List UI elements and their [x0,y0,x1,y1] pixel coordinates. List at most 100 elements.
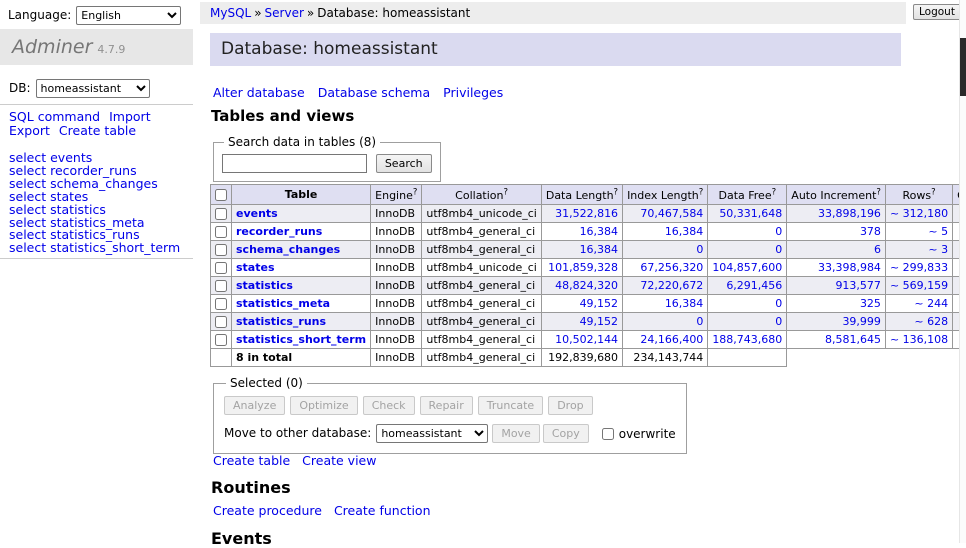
rows-link[interactable]: ~ 136,108 [890,333,948,346]
select-all-checkbox[interactable] [215,189,227,201]
drop-button[interactable]: Drop [548,396,592,415]
sidebar-action-sql-command[interactable]: SQL command [9,109,100,124]
data-free-link[interactable]: 104,857,600 [712,261,782,274]
row-select-checkbox[interactable] [215,334,227,346]
column-doc-link[interactable]: Data Free? [718,189,776,202]
data-free-link[interactable]: 0 [775,225,782,238]
data-length-link[interactable]: 16,384 [580,243,619,256]
data-length-link[interactable]: 16,384 [580,225,619,238]
row-select-checkbox[interactable] [215,262,227,274]
auto-increment-link[interactable]: 8,581,645 [825,333,881,346]
data-length-link[interactable]: 49,152 [580,315,619,328]
table-name-link[interactable]: statistics [236,279,293,292]
table-name-link[interactable]: recorder_runs [236,225,322,238]
optimize-button[interactable]: Optimize [290,396,357,415]
sidebar-action-create-table[interactable]: Create table [59,123,136,138]
column-header-collation[interactable]: Collation? [422,185,541,205]
data-free-link[interactable]: 50,331,648 [719,207,782,220]
db-action-alter-database[interactable]: Alter database [213,85,305,100]
repair-button[interactable]: Repair [420,396,473,415]
column-doc-link[interactable]: Engine? [375,189,417,202]
column-header-data-free[interactable]: Data Free? [708,185,787,205]
data-length-link[interactable]: 10,502,144 [555,333,618,346]
sidebar-action-import[interactable]: Import [109,109,151,124]
rows-link[interactable]: ~ 628 [914,315,948,328]
create-procedure-link[interactable]: Create procedure [213,503,322,518]
search-button[interactable]: Search [376,154,432,173]
auto-increment-link[interactable]: 325 [860,297,881,310]
rows-link[interactable]: ~ 569,159 [890,279,948,292]
rows-link[interactable]: ~ 299,833 [890,261,948,274]
table-name-link[interactable]: statistics_runs [236,315,326,328]
index-length-link[interactable]: 24,166,400 [640,333,703,346]
row-select-checkbox[interactable] [215,244,227,256]
data-free-link[interactable]: 0 [775,243,782,256]
row-select-checkbox[interactable] [215,208,227,220]
index-length-link[interactable]: 72,220,672 [640,279,703,292]
copy-button[interactable]: Copy [543,424,589,443]
column-doc-link[interactable]: Collation? [455,189,508,202]
auto-increment-link[interactable]: 39,999 [842,315,881,328]
index-length-link[interactable]: 0 [696,315,703,328]
rows-link[interactable]: ~ 3 [928,243,948,256]
column-header-data-length[interactable]: Data Length? [541,185,622,205]
column-header-auto-increment[interactable]: Auto Increment? [787,185,886,205]
scrollbar-thumb[interactable] [960,38,966,96]
breadcrumb-mysql-link[interactable]: MySQL [210,6,251,20]
db-select[interactable]: homeassistant [36,79,150,98]
auto-increment-link[interactable]: 913,577 [835,279,881,292]
analyze-button[interactable]: Analyze [224,396,285,415]
column-doc-link[interactable]: Index Length? [627,189,703,202]
logout-button[interactable]: Logout [913,4,961,20]
create-function-link[interactable]: Create function [334,503,431,518]
table-name-link[interactable]: statistics_meta [236,297,330,310]
breadcrumb-server-link[interactable]: Server [265,6,304,20]
table-name-link[interactable]: statistics_short_term [236,333,366,346]
data-length-link[interactable]: 48,824,320 [555,279,618,292]
auto-increment-link[interactable]: 33,898,196 [818,207,881,220]
data-length-link[interactable]: 49,152 [580,297,619,310]
sidebar-action-export[interactable]: Export [9,123,50,138]
truncate-button[interactable]: Truncate [478,396,543,415]
table-name-link[interactable]: states [236,261,275,274]
move-button[interactable]: Move [492,424,540,443]
data-free-link[interactable]: 0 [775,297,782,310]
data-free-link[interactable]: 188,743,680 [712,333,782,346]
row-select-checkbox[interactable] [215,298,227,310]
create-view-link[interactable]: Create view [302,453,376,468]
index-length-link[interactable]: 67,256,320 [640,261,703,274]
auto-increment-link[interactable]: 33,398,984 [818,261,881,274]
check-button[interactable]: Check [363,396,415,415]
column-doc-link[interactable]: Rows? [902,189,935,202]
index-length-link[interactable]: 70,467,584 [640,207,703,220]
sidebar-table-link[interactable]: select statistics_short_term [9,242,180,255]
index-length-link[interactable]: 16,384 [665,297,704,310]
data-free-link[interactable]: 6,291,456 [726,279,782,292]
data-length-link[interactable]: 101,859,328 [548,261,618,274]
rows-link[interactable]: ~ 5 [928,225,948,238]
row-select-checkbox[interactable] [215,316,227,328]
row-select-checkbox[interactable] [215,226,227,238]
data-length-link[interactable]: 31,522,816 [555,207,618,220]
overwrite-checkbox[interactable] [602,428,614,440]
rows-link[interactable]: ~ 244 [914,297,948,310]
db-action-database-schema[interactable]: Database schema [318,85,430,100]
adminer-logo-link[interactable]: Adminer [12,36,92,58]
rows-link[interactable]: ~ 312,180 [890,207,948,220]
index-length-link[interactable]: 0 [696,243,703,256]
data-free-link[interactable]: 0 [775,315,782,328]
auto-increment-link[interactable]: 378 [860,225,881,238]
auto-increment-link[interactable]: 6 [874,243,881,256]
search-input[interactable] [222,154,367,173]
column-header-rows[interactable]: Rows? [885,185,952,205]
table-name-link[interactable]: schema_changes [236,243,340,256]
column-doc-link[interactable]: Auto Increment? [791,189,881,202]
create-table-link[interactable]: Create table [213,453,290,468]
table-name-link[interactable]: events [236,207,278,220]
language-select[interactable]: English [76,6,181,25]
move-database-select[interactable]: homeassistant [376,424,488,443]
index-length-link[interactable]: 16,384 [665,225,704,238]
db-action-privileges[interactable]: Privileges [443,85,503,100]
column-header-engine[interactable]: Engine? [371,185,422,205]
row-select-checkbox[interactable] [215,280,227,292]
